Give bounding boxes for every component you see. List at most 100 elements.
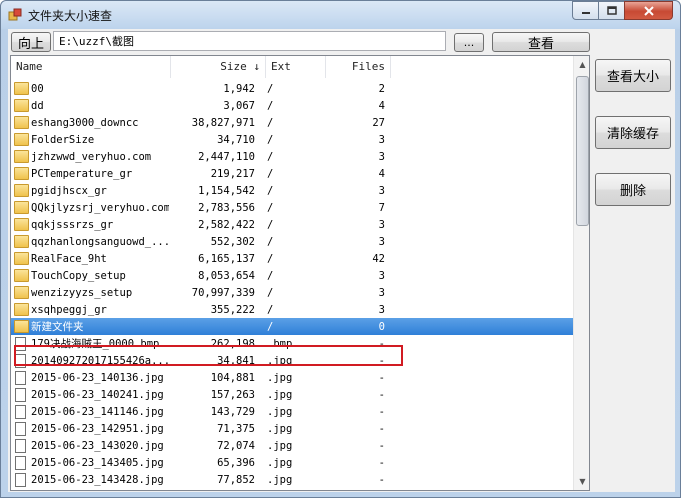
row-files: - — [378, 422, 385, 435]
row-ext: / — [267, 184, 274, 197]
view-button[interactable]: 查看 — [492, 32, 590, 52]
row-size: 2,582,422 — [198, 218, 255, 231]
row-name-cell: qqzhanlongsanguowd_... — [11, 235, 169, 248]
folder-icon — [14, 235, 29, 248]
row-name-cell: RealFace_9ht — [11, 252, 169, 265]
file-row[interactable]: 2015-06-23_142951.jpg 71,375 .jpg - — [11, 420, 575, 437]
folder-icon — [14, 99, 29, 112]
column-name[interactable]: Name — [11, 56, 171, 78]
row-name-cell: wenzizyyzs_setup — [11, 286, 169, 299]
file-row[interactable]: 2015-06-23_141146.jpg 143,729 .jpg - — [11, 403, 575, 420]
row-size: 71,375 — [217, 422, 255, 435]
row-name: RealFace_9ht — [31, 252, 107, 265]
row-files: 3 — [378, 184, 385, 197]
column-files[interactable]: Files — [326, 56, 391, 78]
view-size-button[interactable]: 查看大小 — [595, 59, 671, 92]
row-name-cell: 2015-06-23_140136.jpg — [11, 370, 169, 385]
row-files: - — [378, 456, 385, 469]
column-ext[interactable]: Ext — [266, 56, 326, 78]
title-bar[interactable]: 文件夹大小速查 — [1, 1, 680, 29]
row-name: FolderSize — [31, 133, 95, 146]
row-name-cell: QQkjlyzsrj_veryhuo.com — [11, 201, 169, 214]
row-name: 2015-06-23_143428.jpg — [31, 473, 164, 486]
row-size: 157,263 — [210, 388, 255, 401]
highlight-box — [14, 345, 403, 366]
list-rows: 00 1,942 / 2 dd 3,067 / 4 eshang3000_downcc 38,82… — [11, 80, 575, 488]
row-name-cell: PCTemperature_gr — [11, 167, 169, 180]
vertical-scrollbar[interactable]: ▲ ▼ — [573, 56, 589, 490]
row-name-cell: 2015-06-23_143405.jpg — [11, 455, 169, 470]
row-files: 3 — [378, 286, 385, 299]
close-button[interactable] — [624, 1, 673, 20]
folder-row[interactable]: pgidjhscx_gr 1,154,542 / 3 — [11, 182, 575, 199]
folder-row[interactable]: qqkjsssrzs_gr 2,582,422 / 3 — [11, 216, 575, 233]
maximize-icon — [606, 6, 617, 15]
row-ext: / — [267, 235, 274, 248]
folder-row[interactable]: RealFace_9ht 6,165,137 / 42 — [11, 250, 575, 267]
folder-row[interactable]: dd 3,067 / 4 — [11, 97, 575, 114]
row-files: 3 — [378, 150, 385, 163]
row-name-cell: qqkjsssrzs_gr — [11, 218, 169, 231]
row-name-cell: 2015-06-23_142951.jpg — [11, 421, 169, 436]
folder-icon — [14, 269, 29, 282]
folder-row[interactable]: wenzizyyzs_setup 70,997,339 / 3 — [11, 284, 575, 301]
row-name-cell: 00 — [11, 82, 169, 95]
folder-row[interactable]: xsqhpeggj_gr 355,222 / 3 — [11, 301, 575, 318]
file-row[interactable]: 2015-06-23_140241.jpg 157,263 .jpg - — [11, 386, 575, 403]
folder-row[interactable]: 新建文件夹 / 0 — [11, 318, 575, 335]
scroll-down-icon[interactable]: ▼ — [574, 473, 589, 490]
row-name: dd — [31, 99, 44, 112]
row-ext: .jpg — [267, 388, 293, 401]
row-ext: .jpg — [267, 405, 293, 418]
up-button[interactable]: 向上 — [11, 32, 51, 52]
folder-row[interactable]: FolderSize 34,710 / 3 — [11, 131, 575, 148]
row-files: 3 — [378, 303, 385, 316]
row-name: eshang3000_downcc — [31, 116, 139, 129]
row-size: 3,067 — [223, 99, 255, 112]
row-ext: .jpg — [267, 473, 293, 486]
row-size: 77,852 — [217, 473, 255, 486]
row-name-cell: 2015-06-23_141146.jpg — [11, 404, 169, 419]
column-size[interactable]: Size ↓ — [171, 56, 266, 78]
file-row[interactable]: 2015-06-23_143405.jpg 65,396 .jpg - — [11, 454, 575, 471]
path-field[interactable] — [53, 31, 446, 51]
row-name-cell: dd — [11, 99, 169, 112]
folder-row[interactable]: QQkjlyzsrj_veryhuo.com 2,783,556 / 7 — [11, 199, 575, 216]
row-size: 8,053,654 — [198, 269, 255, 282]
file-row[interactable]: 2015-06-23_140136.jpg 104,881 .jpg - — [11, 369, 575, 386]
row-name: 2015-06-23_142951.jpg — [31, 422, 164, 435]
scroll-up-icon[interactable]: ▲ — [574, 56, 589, 73]
row-name: TouchCopy_setup — [31, 269, 126, 282]
maximize-button[interactable] — [598, 1, 625, 20]
folder-row[interactable]: eshang3000_downcc 38,827,971 / 27 — [11, 114, 575, 131]
row-size: 6,165,137 — [198, 252, 255, 265]
minimize-icon — [581, 11, 590, 14]
file-list[interactable]: Name Size ↓ Ext Files 00 1,942 / 2 dd 3,067 / 4… — [10, 55, 590, 491]
folder-row[interactable]: 00 1,942 / 2 — [11, 80, 575, 97]
row-name: 00 — [31, 82, 44, 95]
row-size: 2,447,110 — [198, 150, 255, 163]
scroll-thumb[interactable] — [576, 76, 589, 226]
folder-row[interactable]: PCTemperature_gr 219,217 / 4 — [11, 165, 575, 182]
browse-button[interactable]: ... — [454, 33, 484, 52]
clear-cache-button[interactable]: 清除缓存 — [595, 116, 671, 149]
row-ext: / — [267, 99, 274, 112]
folder-row[interactable]: TouchCopy_setup 8,053,654 / 3 — [11, 267, 575, 284]
row-size: 72,074 — [217, 439, 255, 452]
row-name-cell: jzhzwwd_veryhuo.com — [11, 150, 169, 163]
row-ext: / — [267, 133, 274, 146]
file-icon — [15, 421, 26, 436]
row-name-cell: pgidjhscx_gr — [11, 184, 169, 197]
file-row[interactable]: 2015-06-23_143428.jpg 77,852 .jpg - — [11, 471, 575, 488]
row-name: qqzhanlongsanguowd_... — [31, 235, 169, 248]
folder-row[interactable]: jzhzwwd_veryhuo.com 2,447,110 / 3 — [11, 148, 575, 165]
minimize-button[interactable] — [572, 1, 599, 20]
app-window: 文件夹大小速查 向上 ... 查看 Name Size ↓ Ext Files … — [0, 0, 681, 498]
row-size: 355,222 — [210, 303, 255, 316]
row-name: pgidjhscx_gr — [31, 184, 107, 197]
row-files: 3 — [378, 269, 385, 282]
folder-row[interactable]: qqzhanlongsanguowd_... 552,302 / 3 — [11, 233, 575, 250]
file-row[interactable]: 2015-06-23_143020.jpg 72,074 .jpg - — [11, 437, 575, 454]
row-name-cell: TouchCopy_setup — [11, 269, 169, 282]
delete-button[interactable]: 删除 — [595, 173, 671, 206]
